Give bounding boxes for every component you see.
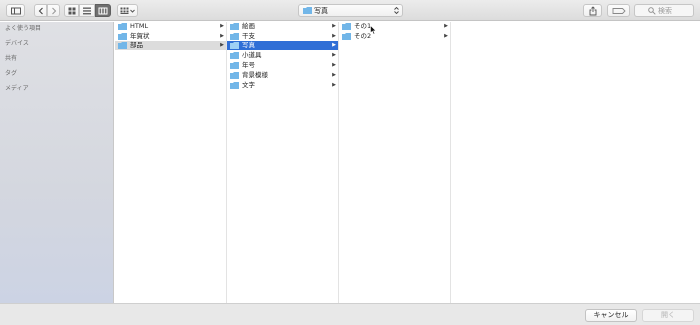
disclosure-arrow-icon: ▶: [332, 33, 336, 39]
disclosure-arrow-icon: ▶: [332, 82, 336, 88]
folder-icon: [230, 82, 239, 89]
folder-icon: [230, 62, 239, 69]
disclosure-arrow-icon: ▶: [332, 42, 336, 48]
disclosure-arrow-icon: ▶: [444, 33, 448, 39]
folder-label: 文字: [242, 81, 255, 89]
forward-button[interactable]: [47, 4, 60, 17]
folder-icon: [118, 42, 127, 49]
sidebar: よく使う項目 デバイス 共有 タグ メディア: [0, 22, 114, 303]
folder-label: 部品: [130, 41, 143, 49]
folder-row-haikei[interactable]: 背景模様 ▶: [227, 71, 338, 80]
back-button[interactable]: [34, 4, 47, 17]
search-placeholder: 検索: [658, 7, 672, 15]
folder-row-kodougu[interactable]: 小道具 ▶: [227, 51, 338, 60]
folder-label: 干支: [242, 32, 255, 40]
mouse-pointer-icon: [370, 25, 377, 35]
chevron-right-icon: [51, 7, 56, 14]
disclosure-arrow-icon: ▶: [220, 42, 224, 48]
disclosure-arrow-icon: ▶: [332, 62, 336, 68]
folder-icon: [118, 23, 127, 30]
open-button[interactable]: 開く: [642, 309, 694, 322]
share-icon: [589, 6, 596, 15]
folder-icon: [230, 33, 239, 40]
folder-row-sono2[interactable]: その2 ▶: [339, 32, 450, 41]
folder-icon: [118, 33, 127, 40]
column-browser: HTML ▶ 年賀状 ▶ 部品 ▶ 絵画 ▶ 干支 ▶ 写真 ▶ 小道具 ▶ 年…: [115, 22, 700, 303]
disclosure-arrow-icon: ▶: [332, 23, 336, 29]
share-button[interactable]: [583, 4, 602, 17]
disclosure-arrow-icon: ▶: [220, 23, 224, 29]
folder-icon: [230, 42, 239, 49]
gallery-grid-icon: [120, 7, 135, 14]
list-view-icon: [83, 7, 91, 14]
folder-label: その1: [354, 22, 372, 30]
folder-icon: [230, 72, 239, 79]
folder-icon: [230, 52, 239, 59]
folder-label: 小道具: [242, 51, 262, 59]
sidebar-icon: [10, 7, 21, 14]
updown-chevron-icon: [394, 6, 399, 15]
folder-row-moji[interactable]: 文字 ▶: [227, 81, 338, 90]
folder-row-kaiga[interactable]: 絵画 ▶: [227, 22, 338, 31]
folder-row-nengo[interactable]: 年号 ▶: [227, 61, 338, 70]
search-field[interactable]: 検索: [634, 4, 694, 17]
folder-row-sono1[interactable]: その1 ▶: [339, 22, 450, 31]
tag-icon: [612, 7, 625, 14]
cancel-button[interactable]: キャンセル: [585, 309, 637, 322]
folder-row-shashin[interactable]: 写真 ▶: [227, 41, 338, 50]
toolbar: 写真 検索: [0, 0, 700, 21]
folder-label: 絵画: [242, 22, 255, 30]
folder-label: HTML: [130, 22, 149, 30]
icon-view-button[interactable]: [64, 4, 79, 17]
sidebar-toggle-button[interactable]: [6, 4, 25, 17]
folder-label: 年号: [242, 61, 255, 69]
column-view-button[interactable]: [95, 4, 111, 17]
tags-button[interactable]: [607, 4, 630, 17]
folder-icon: [342, 23, 351, 30]
folder-label: 背景模様: [242, 71, 268, 79]
chevron-left-icon: [38, 7, 43, 14]
folder-row-html[interactable]: HTML ▶: [115, 22, 226, 31]
disclosure-arrow-icon: ▶: [444, 23, 448, 29]
sidebar-section-devices[interactable]: デバイス: [5, 40, 29, 47]
folder-row-eto[interactable]: 干支 ▶: [227, 32, 338, 41]
browser-column-3: その1 ▶ その2 ▶: [339, 22, 451, 303]
column-view-icon: [98, 7, 108, 14]
disclosure-arrow-icon: ▶: [220, 33, 224, 39]
browser-column-2: 絵画 ▶ 干支 ▶ 写真 ▶ 小道具 ▶ 年号 ▶ 背景模様 ▶ 文字 ▶: [227, 22, 339, 303]
folder-icon: [303, 7, 312, 14]
path-popup[interactable]: 写真: [298, 4, 403, 17]
icon-view-icon: [68, 7, 75, 14]
search-icon: [648, 7, 656, 15]
folder-label: 年賀状: [130, 32, 150, 40]
folder-row-buhin[interactable]: 部品 ▶: [115, 41, 226, 50]
path-popup-label: 写真: [314, 7, 328, 15]
list-view-button[interactable]: [79, 4, 95, 17]
folder-label: 写真: [242, 41, 255, 49]
folder-label: その2: [354, 32, 372, 40]
sidebar-section-shared[interactable]: 共有: [5, 55, 17, 62]
browser-column-4: [451, 22, 700, 303]
sidebar-section-favorites[interactable]: よく使う項目: [5, 25, 41, 32]
sidebar-section-media[interactable]: メディア: [5, 85, 29, 92]
folder-icon: [230, 23, 239, 30]
folder-row-nengajo[interactable]: 年賀状 ▶: [115, 32, 226, 41]
disclosure-arrow-icon: ▶: [332, 72, 336, 78]
sidebar-section-tags[interactable]: タグ: [5, 70, 17, 77]
arrange-menu-button[interactable]: [117, 4, 138, 17]
browser-column-1: HTML ▶ 年賀状 ▶ 部品 ▶: [115, 22, 227, 303]
disclosure-arrow-icon: ▶: [332, 52, 336, 58]
bottom-bar: キャンセル 開く: [0, 303, 700, 325]
folder-icon: [342, 33, 351, 40]
